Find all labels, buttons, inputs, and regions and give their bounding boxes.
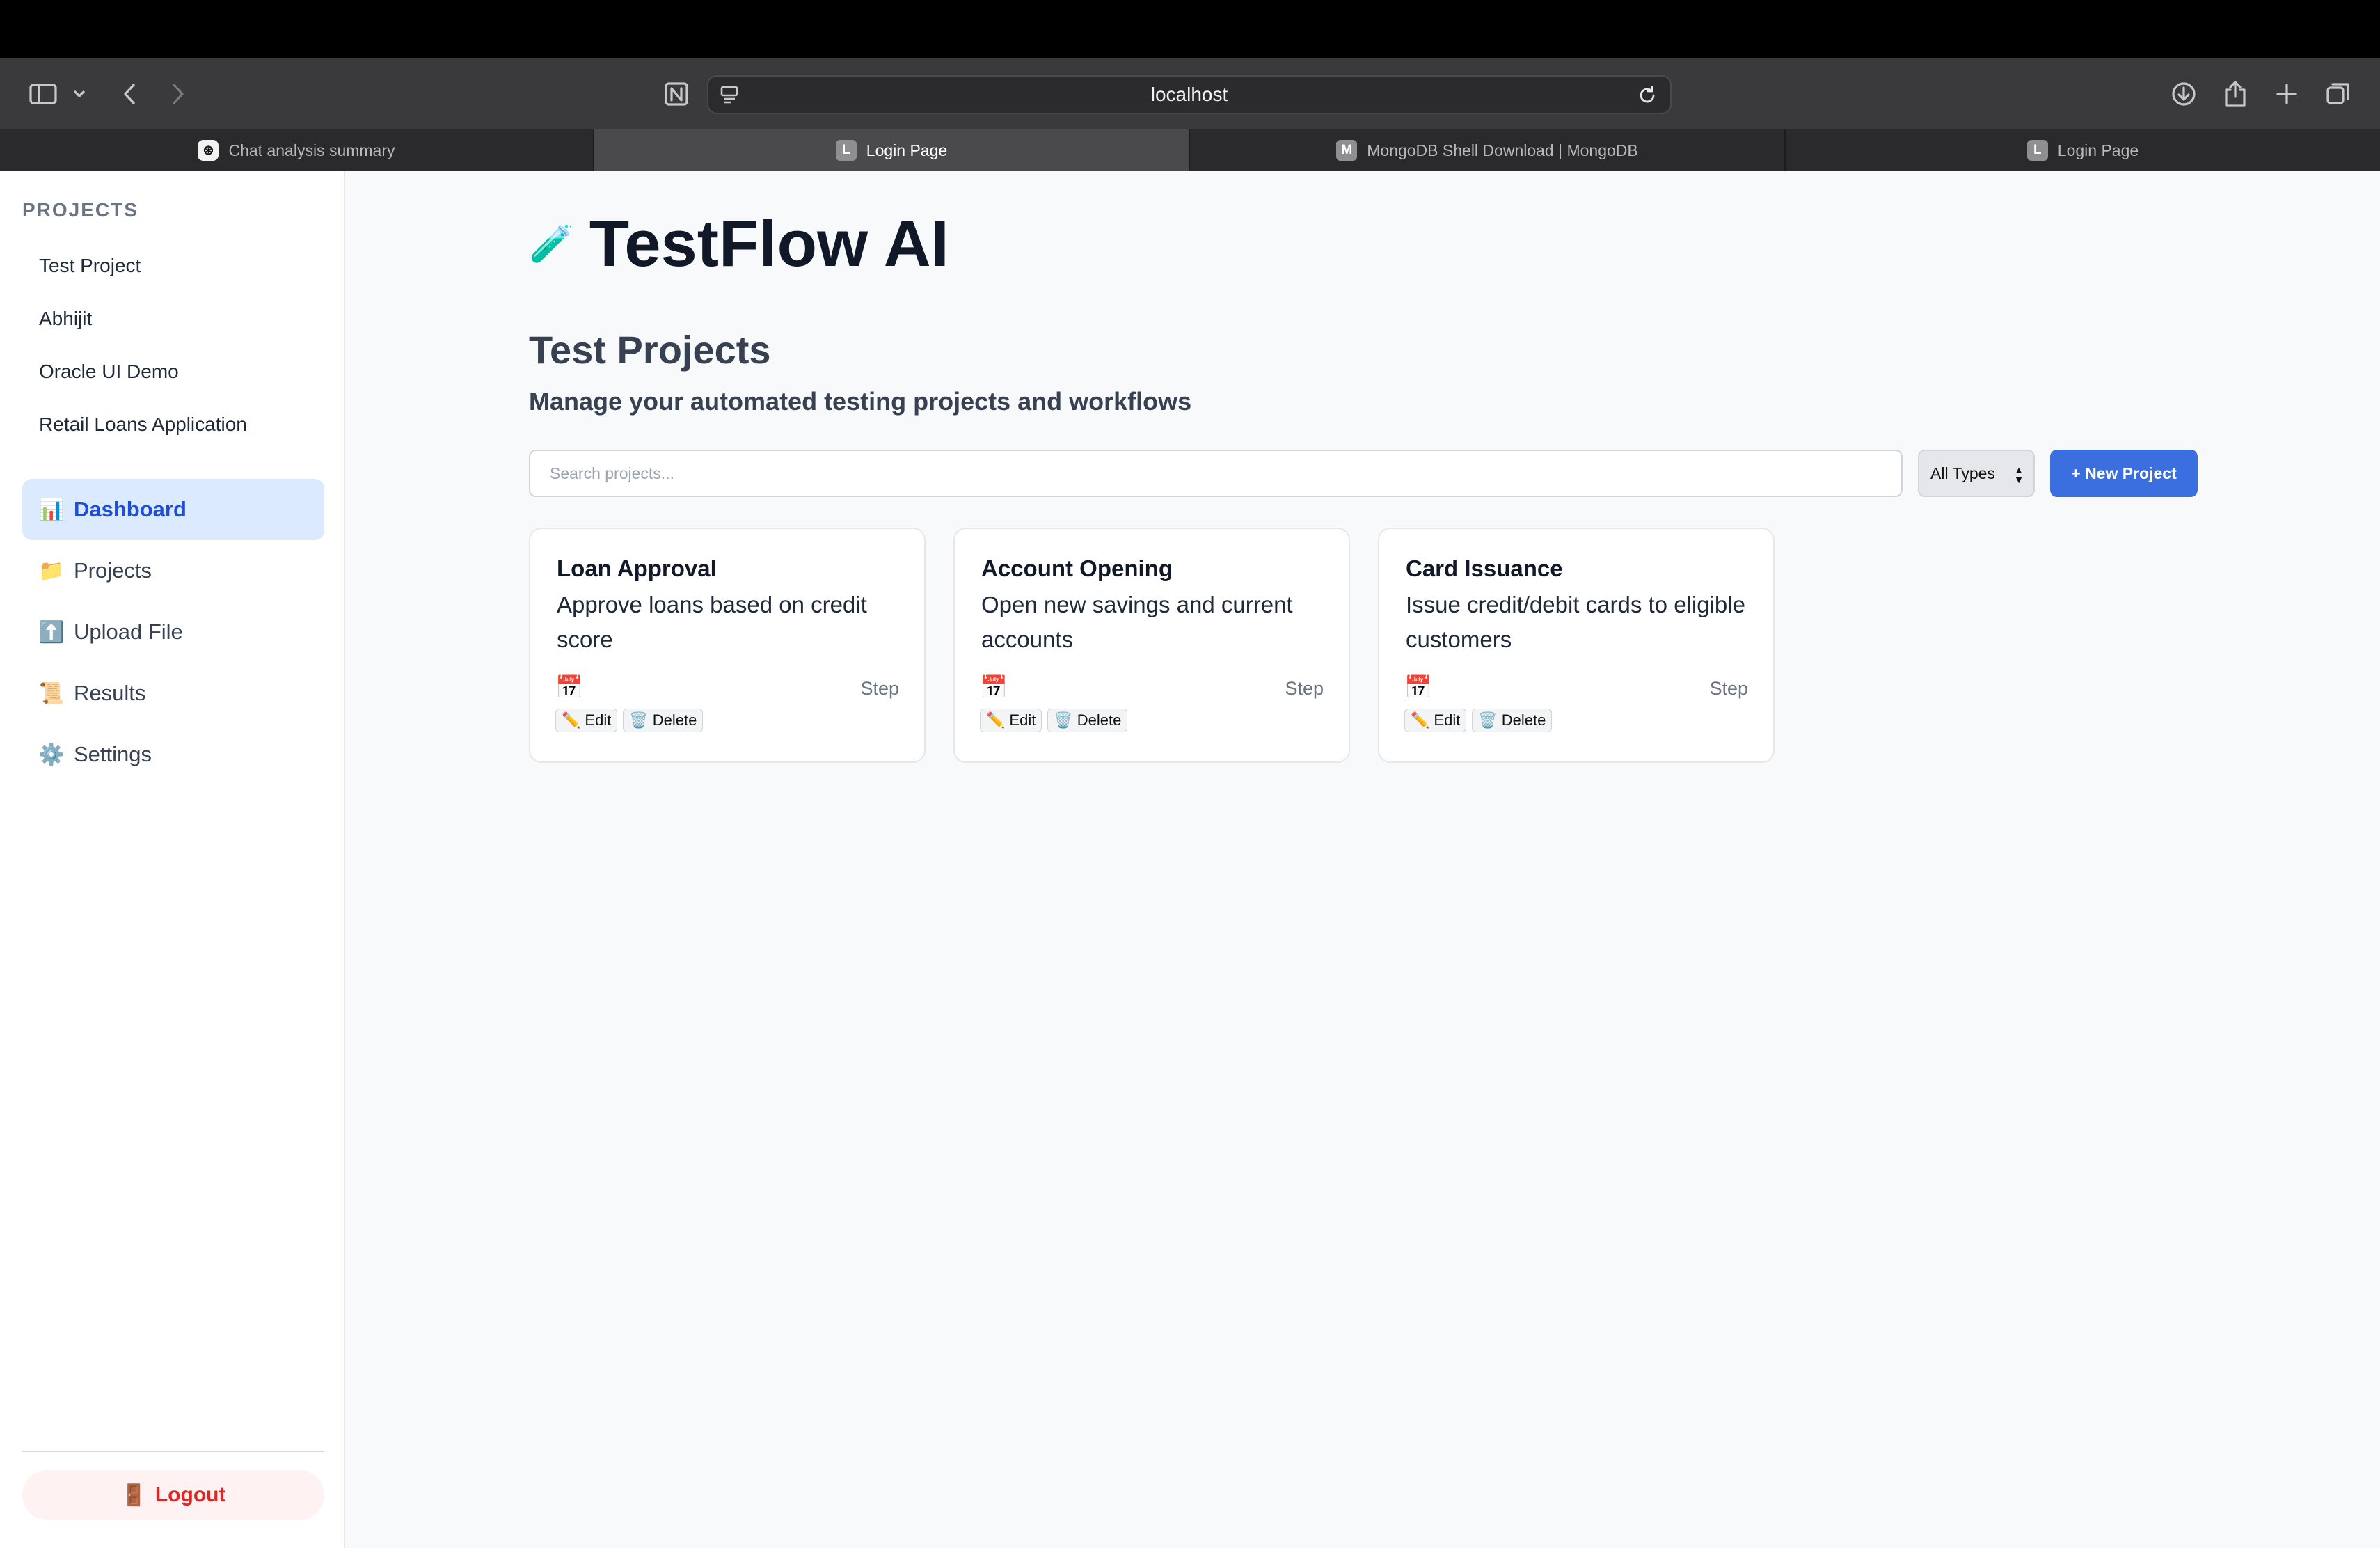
sidebar-item-upload-file[interactable]: ⬆️ Upload File — [22, 601, 324, 663]
delete-button[interactable]: 🗑️ Delete — [1047, 709, 1128, 732]
sidebar-item-projects[interactable]: 📁 Projects — [22, 540, 324, 601]
app-title: 🧪 TestFlow AI — [529, 206, 949, 281]
edit-label: Edit — [585, 711, 612, 729]
upload-icon: ⬆️ — [38, 620, 65, 644]
calendar-icon: 📅 — [1404, 674, 1432, 700]
delete-label: Delete — [652, 711, 697, 729]
notion-icon[interactable] — [660, 75, 693, 113]
sidebar-item-settings[interactable]: ⚙️ Settings — [22, 724, 324, 785]
calendar-icon: 📅 — [980, 674, 1008, 700]
tab-favicon: L — [835, 140, 857, 161]
card-description: Issue credit/debit cards to eligible cus… — [1406, 592, 1745, 652]
sidebar: PROJECTS Test Project Abhijit Oracle UI … — [0, 171, 345, 1548]
tab-label: MongoDB Shell Download | MongoDB — [1367, 141, 1638, 159]
sidebar-item-label: Upload File — [74, 619, 183, 644]
pencil-icon: ✏️ — [1411, 711, 1430, 729]
card-description: Open new savings and current accounts — [981, 592, 1293, 652]
sidebar-project-item[interactable]: Retail Loans Application — [39, 413, 247, 436]
address-bar[interactable]: localhost — [707, 75, 1672, 114]
test-tube-icon: 🧪 — [529, 223, 574, 264]
sidebar-toggle-icon[interactable] — [26, 75, 60, 113]
download-icon[interactable] — [2164, 75, 2203, 113]
tab-favicon: M — [1336, 140, 1358, 161]
back-icon[interactable] — [116, 75, 143, 113]
project-card[interactable]: Loan Approval Approve loans based on cre… — [529, 528, 926, 763]
tab-login-page[interactable]: L Login Page — [594, 129, 1190, 171]
edit-button[interactable]: ✏️ Edit — [555, 709, 618, 732]
edit-button[interactable]: ✏️ Edit — [980, 709, 1042, 732]
share-icon[interactable] — [2216, 75, 2255, 113]
logout-button[interactable]: 🚪 Logout — [22, 1470, 324, 1520]
edit-label: Edit — [1009, 711, 1036, 729]
sidebar-project-item[interactable]: Test Project — [39, 255, 141, 277]
card-title: Card Issuance — [1406, 555, 1563, 581]
card-type: Step — [860, 678, 899, 699]
calendar-icon: 📅 — [555, 674, 583, 700]
delete-button[interactable]: 🗑️ Delete — [623, 709, 704, 732]
select-arrows-icon: ▲ ▼ — [2014, 464, 2024, 485]
tab-label: Chat analysis summary — [228, 141, 395, 159]
chevron-down-icon[interactable] — [70, 75, 89, 113]
tab-favicon: L — [2026, 140, 2048, 161]
sidebar-item-results[interactable]: 📜 Results — [22, 663, 324, 724]
menu-bar — [0, 0, 2380, 58]
sidebar-project-item[interactable]: Oracle UI Demo — [39, 361, 179, 383]
project-card[interactable]: Account Opening Open new savings and cur… — [953, 528, 1350, 763]
page-title: Test Projects — [529, 328, 771, 372]
sidebar-project-item[interactable]: Abhijit — [39, 308, 92, 330]
chatgpt-icon: ⊛ — [198, 140, 219, 161]
delete-button[interactable]: 🗑️ Delete — [1472, 709, 1553, 732]
edit-button[interactable]: ✏️ Edit — [1404, 709, 1467, 732]
new-tab-icon[interactable] — [2267, 75, 2306, 113]
sidebar-item-label: Dashboard — [74, 497, 187, 521]
card-type: Step — [1285, 678, 1324, 699]
search-input[interactable] — [529, 450, 1903, 497]
sidebar-item-label: Settings — [74, 742, 152, 766]
tab-login-page-2[interactable]: L Login Page — [1786, 129, 2380, 171]
tab-overview-icon[interactable] — [2319, 75, 2358, 113]
sidebar-heading: PROJECTS — [22, 199, 138, 221]
card-title: Account Opening — [981, 555, 1173, 581]
folder-icon: 📁 — [38, 559, 65, 583]
page-subtitle: Manage your automated testing projects a… — [529, 387, 1192, 416]
tab-chat-analysis[interactable]: ⊛ Chat analysis summary — [0, 129, 594, 171]
project-card[interactable]: Card Issuance Issue credit/debit cards t… — [1378, 528, 1775, 763]
delete-label: Delete — [1501, 711, 1546, 729]
trash-icon: 🗑️ — [1054, 711, 1073, 729]
pencil-icon: ✏️ — [986, 711, 1006, 729]
card-title: Loan Approval — [557, 555, 717, 581]
tab-label: Login Page — [2057, 141, 2139, 159]
type-filter-select[interactable]: All Types ▲ ▼ — [1918, 450, 2035, 497]
sidebar-item-dashboard[interactable]: 📊 Dashboard — [22, 479, 324, 540]
sidebar-item-label: Projects — [74, 558, 152, 583]
scroll-icon: 📜 — [38, 681, 65, 705]
trash-icon: 🗑️ — [629, 711, 649, 729]
new-project-button[interactable]: + New Project — [2050, 450, 2198, 497]
reload-icon[interactable] — [1637, 85, 1658, 109]
trash-icon: 🗑️ — [1478, 711, 1498, 729]
door-icon: 🚪 — [120, 1483, 147, 1507]
forward-icon[interactable] — [164, 75, 192, 113]
logout-label: Logout — [154, 1483, 226, 1506]
app-title-text: TestFlow AI — [589, 207, 949, 280]
card-type: Step — [1709, 678, 1748, 699]
card-description: Approve loans based on credit score — [557, 592, 867, 652]
bar-chart-icon: 📊 — [38, 498, 65, 521]
tab-label: Login Page — [866, 141, 948, 159]
url-text: localhost — [1150, 84, 1228, 105]
sidebar-item-label: Results — [74, 681, 146, 705]
sidebar-divider — [22, 1451, 324, 1452]
type-filter-value: All Types — [1930, 464, 1995, 482]
tab-bar: ⊛ Chat analysis summary L Login Page M M… — [0, 129, 2380, 171]
edit-label: Edit — [1434, 711, 1461, 729]
pencil-icon: ✏️ — [562, 711, 581, 729]
tab-mongodb[interactable]: M MongoDB Shell Download | MongoDB — [1190, 129, 1786, 171]
gear-icon: ⚙️ — [38, 743, 65, 766]
delete-label: Delete — [1077, 711, 1122, 729]
